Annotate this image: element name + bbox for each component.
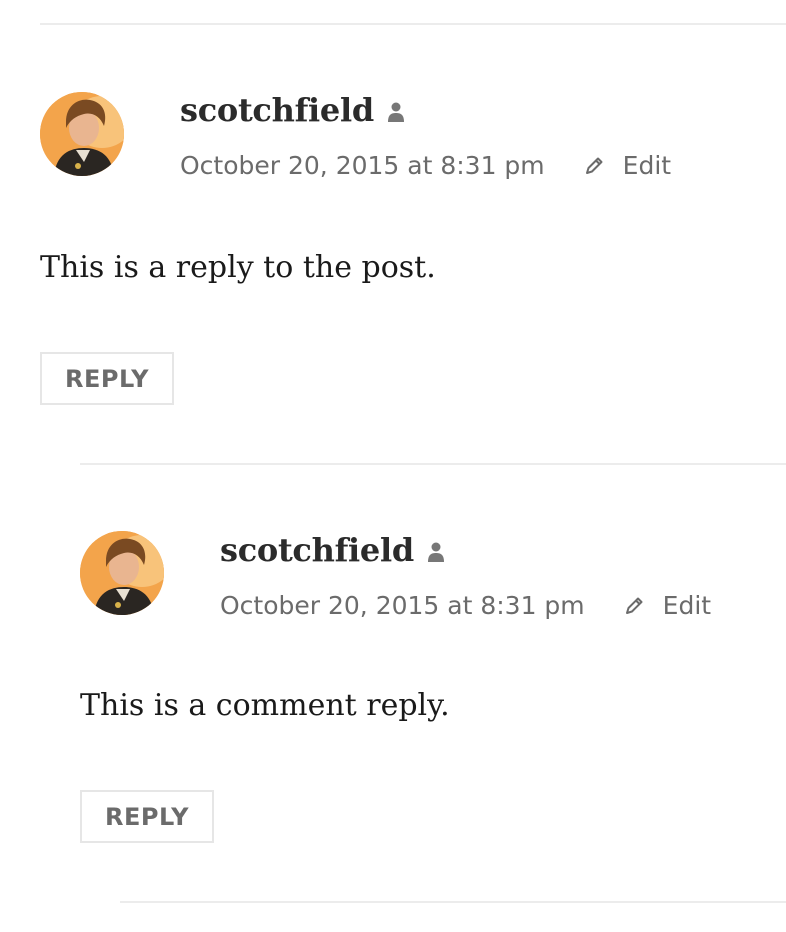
person-icon bbox=[428, 542, 444, 562]
edit-label: Edit bbox=[662, 591, 712, 620]
pencil-icon bbox=[585, 157, 603, 174]
comment-date-link[interactable]: October 20, 2015 at 8:31 pm bbox=[220, 590, 585, 622]
pencil-icon bbox=[625, 597, 643, 614]
comment-author[interactable]: scotchfield bbox=[180, 90, 374, 130]
comment-divider bbox=[120, 901, 786, 903]
reply-button[interactable]: REPLY bbox=[40, 352, 174, 405]
avatar[interactable] bbox=[80, 531, 164, 615]
comment-date-link[interactable]: October 20, 2015 at 8:31 pm bbox=[180, 150, 545, 182]
edit-link[interactable]: Edit bbox=[623, 590, 711, 622]
comment-meta: October 20, 2015 at 8:31 pm Edit bbox=[220, 590, 711, 622]
avatar-image bbox=[80, 531, 164, 615]
reply-button[interactable]: REPLY bbox=[80, 790, 214, 843]
edit-link[interactable]: Edit bbox=[583, 150, 671, 182]
avatar[interactable] bbox=[40, 92, 124, 176]
person-icon bbox=[388, 102, 404, 122]
comment-author[interactable]: scotchfield bbox=[220, 530, 414, 570]
comment-meta: October 20, 2015 at 8:31 pm Edit bbox=[180, 150, 671, 182]
comment: scotchfield October 20, 2015 at 8:31 pm … bbox=[40, 24, 786, 444]
edit-label: Edit bbox=[622, 151, 672, 180]
comment-text: This is a comment reply. bbox=[80, 688, 450, 723]
avatar-image bbox=[40, 92, 124, 176]
comment-reply: scotchfield October 20, 2015 at 8:31 pm … bbox=[80, 464, 786, 884]
comment-text: This is a reply to the post. bbox=[40, 250, 436, 285]
